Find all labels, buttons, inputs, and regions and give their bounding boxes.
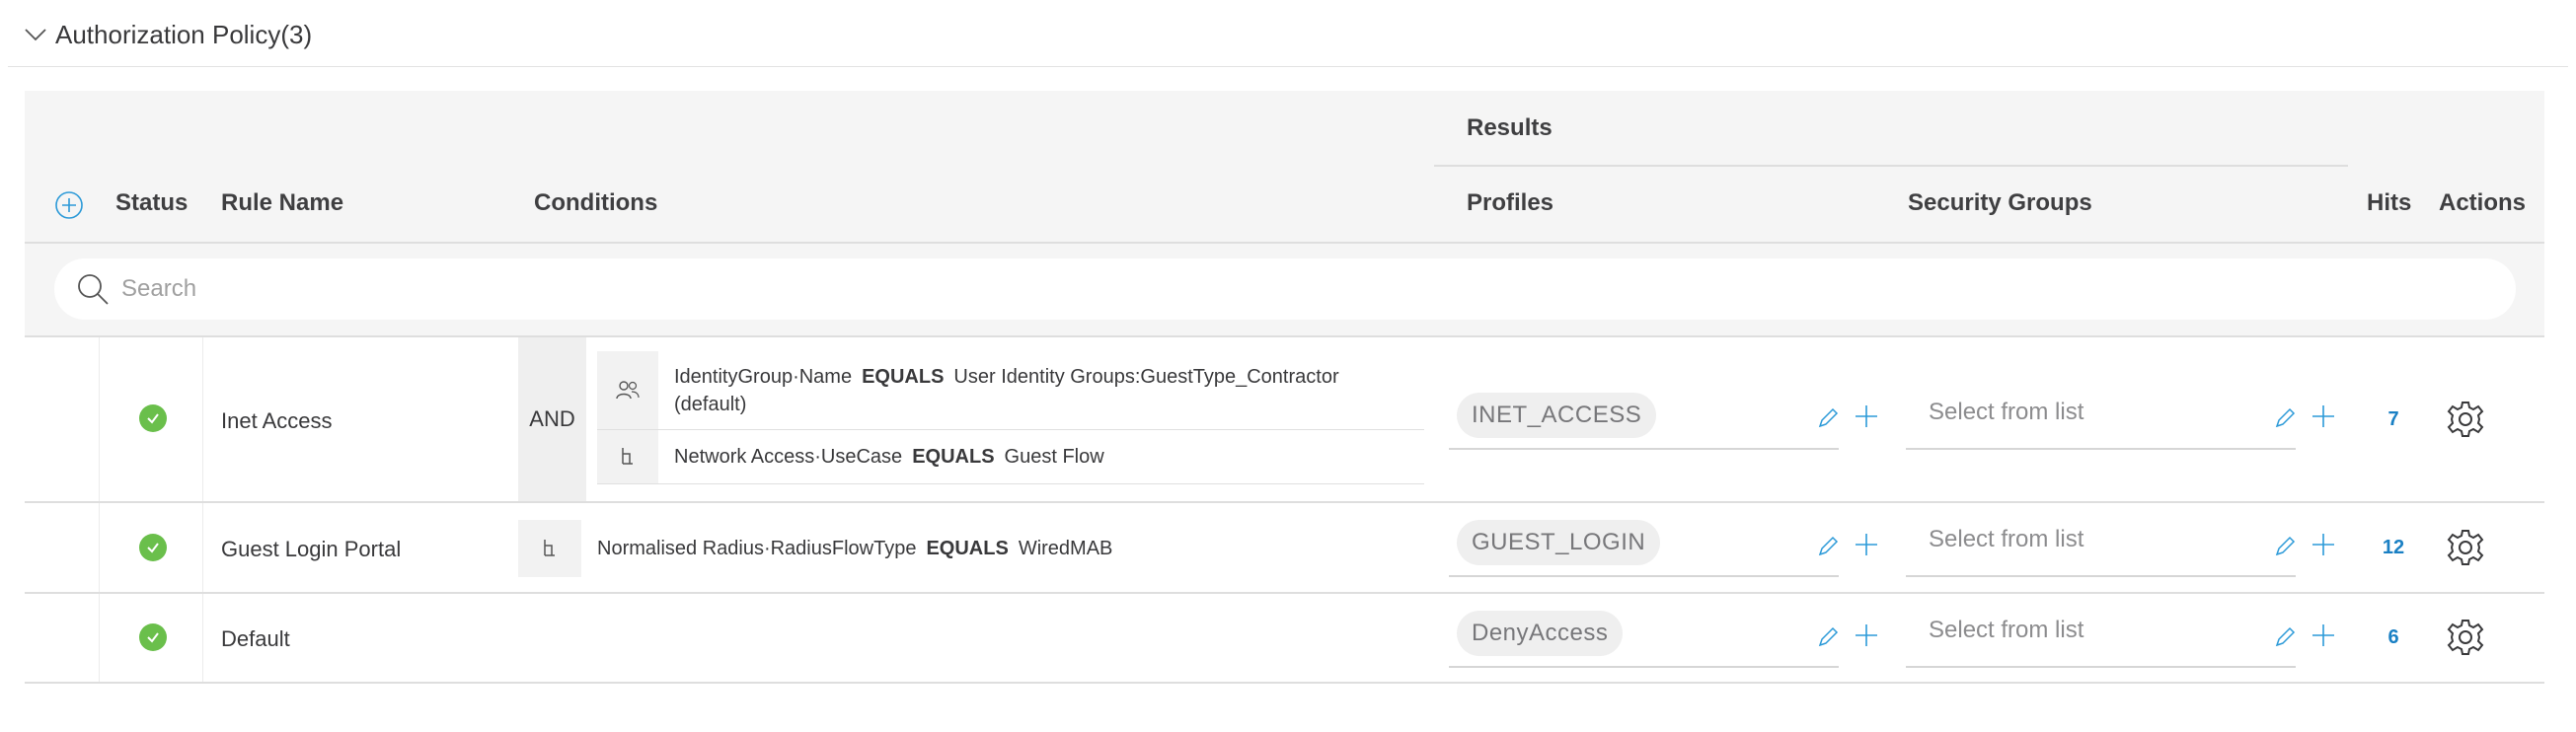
header-security-groups[interactable]: Security Groups bbox=[1908, 189, 2092, 217]
table-header: Status Rule Name Conditions Results Prof… bbox=[25, 91, 2544, 244]
section-toggle[interactable]: Authorization Policy(3) bbox=[24, 14, 312, 55]
security-group-select[interactable]: Select from list bbox=[1906, 516, 2296, 577]
condition-value-cont: (default) bbox=[674, 393, 747, 415]
rule-name[interactable]: Inet Access bbox=[221, 408, 333, 434]
search-input[interactable] bbox=[121, 275, 2516, 303]
header-hits[interactable]: Hits bbox=[2367, 189, 2411, 217]
search-box[interactable] bbox=[54, 258, 2516, 320]
profile-pill[interactable]: INET_ACCESS bbox=[1457, 393, 1657, 438]
condition-item[interactable]: Normalised Radius·RadiusFlowType EQUALS Wi… bbox=[518, 520, 1112, 577]
edit-pencil-icon[interactable] bbox=[1814, 533, 1842, 560]
header-results: Results bbox=[1467, 114, 1553, 141]
gear-icon[interactable] bbox=[2446, 400, 2485, 439]
section-divider bbox=[8, 66, 2568, 67]
edit-pencil-icon[interactable] bbox=[1814, 404, 1842, 432]
hits-count[interactable]: 12 bbox=[2364, 537, 2423, 559]
authorization-policy-table: Status Rule Name Conditions Results Prof… bbox=[25, 91, 2544, 684]
rule-name[interactable]: Default bbox=[221, 626, 290, 652]
condition-value: WiredMAB bbox=[1018, 538, 1113, 559]
condition-attribute: Network Access·UseCase bbox=[674, 446, 903, 468]
edit-pencil-icon[interactable] bbox=[2271, 533, 2299, 560]
add-plus-icon[interactable] bbox=[1853, 622, 1880, 649]
profile-pill[interactable]: GUEST_LOGIN bbox=[1457, 520, 1661, 565]
edit-pencil-icon[interactable] bbox=[2271, 623, 2299, 651]
search-icon bbox=[78, 274, 109, 305]
add-plus-icon[interactable] bbox=[2310, 622, 2337, 649]
results-divider bbox=[1434, 165, 2348, 167]
security-group-select[interactable]: Select from list bbox=[1906, 607, 2296, 668]
condition-operator: AND bbox=[518, 337, 586, 501]
header-conditions[interactable]: Conditions bbox=[534, 189, 657, 217]
condition-operator-equals: EQUALS bbox=[862, 365, 945, 388]
condition-operator-equals: EQUALS bbox=[912, 446, 995, 468]
add-plus-icon[interactable] bbox=[2310, 531, 2337, 558]
hits-count[interactable]: 6 bbox=[2364, 626, 2423, 649]
network-tree-icon bbox=[597, 430, 658, 483]
header-status[interactable]: Status bbox=[115, 189, 188, 217]
hits-count[interactable]: 7 bbox=[2364, 408, 2423, 431]
rule-name[interactable]: Guest Login Portal bbox=[221, 537, 401, 562]
gear-icon[interactable] bbox=[2446, 618, 2485, 657]
edit-pencil-icon[interactable] bbox=[1814, 623, 1842, 651]
gear-icon[interactable] bbox=[2446, 528, 2485, 567]
condition-value: Guest Flow bbox=[1004, 446, 1104, 468]
condition-attribute: Normalised Radius·RadiusFlowType bbox=[597, 538, 917, 559]
profile-field[interactable]: GUEST_LOGIN bbox=[1449, 516, 1839, 577]
profile-pill[interactable]: DenyAccess bbox=[1457, 611, 1624, 656]
condition-operator-equals: EQUALS bbox=[926, 538, 1009, 559]
profile-field[interactable]: DenyAccess bbox=[1449, 607, 1839, 668]
condition-attribute: IdentityGroup·Name bbox=[674, 365, 853, 388]
status-enabled-icon[interactable] bbox=[139, 534, 167, 561]
network-tree-icon bbox=[518, 520, 581, 577]
chevron-down-icon[interactable] bbox=[24, 23, 47, 46]
condition-item[interactable]: IdentityGroup·Name EQUALS User Identity Gr… bbox=[597, 351, 1424, 430]
add-rule-icon[interactable] bbox=[54, 190, 84, 220]
header-actions: Actions bbox=[2439, 189, 2527, 216]
table-row[interactable]: Default DenyAccess Select from list 6 bbox=[25, 594, 2544, 684]
search-row bbox=[25, 244, 2544, 337]
header-profiles[interactable]: Profiles bbox=[1467, 189, 1553, 217]
security-group-select[interactable]: Select from list bbox=[1906, 389, 2296, 450]
status-enabled-icon[interactable] bbox=[139, 404, 167, 432]
add-plus-icon[interactable] bbox=[1853, 531, 1880, 558]
edit-pencil-icon[interactable] bbox=[2271, 404, 2299, 432]
user-group-icon bbox=[597, 351, 658, 429]
section-title: Authorization Policy(3) bbox=[55, 19, 313, 49]
status-enabled-icon[interactable] bbox=[139, 623, 167, 651]
profile-field[interactable]: INET_ACCESS bbox=[1449, 389, 1839, 450]
table-row[interactable]: Guest Login Portal Normalised Radius·Rad… bbox=[25, 503, 2544, 594]
add-plus-icon[interactable] bbox=[1853, 403, 1880, 430]
header-rule-name[interactable]: Rule Name bbox=[221, 189, 343, 217]
add-plus-icon[interactable] bbox=[2310, 403, 2337, 430]
condition-value: User Identity Groups:GuestType_Contracto… bbox=[953, 365, 1339, 388]
table-row[interactable]: Inet Access AND IdentityGroup·Name EQUALS… bbox=[25, 337, 2544, 503]
condition-item[interactable]: Network Access·UseCase EQUALS Guest Flow bbox=[597, 430, 1424, 484]
